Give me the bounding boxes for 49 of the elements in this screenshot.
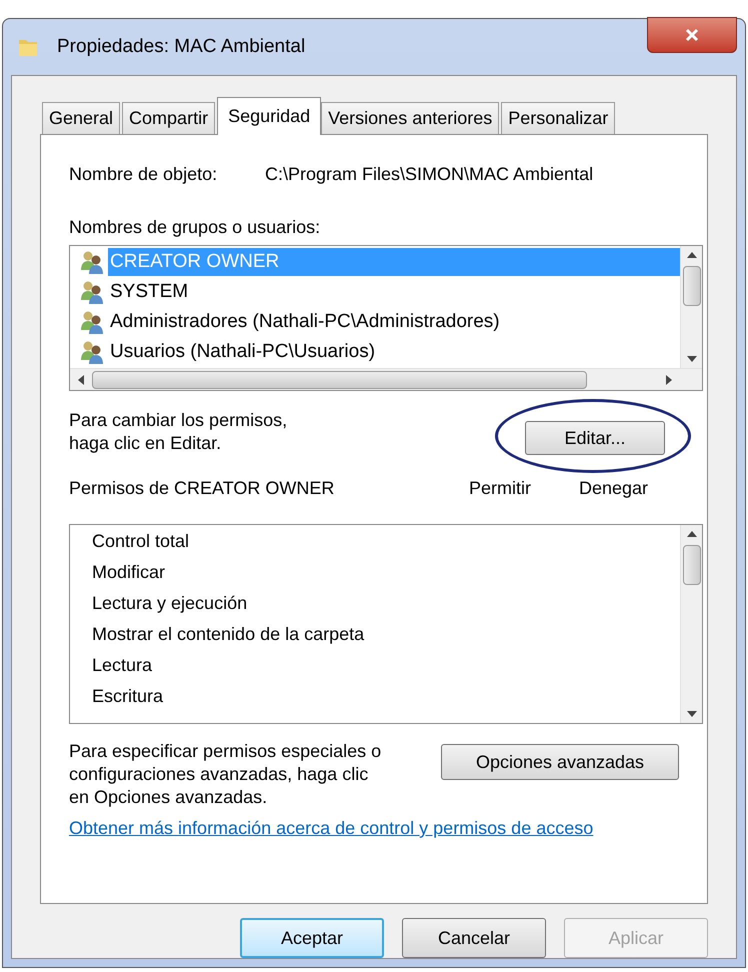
close-button[interactable]: [647, 17, 737, 53]
scroll-thumb[interactable]: [682, 545, 700, 585]
tab[interactable]: General: [42, 102, 120, 134]
vertical-scrollbar[interactable]: [680, 525, 702, 723]
scroll-down-icon[interactable]: [686, 711, 696, 717]
group-item[interactable]: SYSTEM: [108, 278, 680, 306]
scroll-thumb[interactable]: [92, 370, 587, 388]
dialog-button[interactable]: Cancelar: [402, 918, 546, 958]
vertical-scrollbar[interactable]: [680, 246, 702, 368]
tab[interactable]: Compartir: [122, 102, 216, 134]
groups-label: Nombres de grupos o usuarios:: [69, 216, 322, 239]
permission-item: Modificar: [92, 561, 166, 584]
help-link[interactable]: Obtener más información acerca de control y permisos de acceso: [69, 815, 679, 842]
tab[interactable]: Seguridad: [217, 97, 322, 135]
advanced-hint-text: Para especificar permisos especiales o: [69, 740, 382, 763]
permission-item: Lectura y ejecución: [92, 592, 248, 615]
tab[interactable]: Personalizar: [501, 102, 616, 134]
permission-item: Escritura: [92, 685, 164, 708]
tab[interactable]: Versiones anteriores: [321, 102, 500, 134]
scroll-down-icon[interactable]: [686, 356, 696, 362]
scroll-right-icon[interactable]: [666, 374, 672, 384]
edit-hint-text: haga clic en Editar.: [69, 432, 222, 455]
column-header: Permitir: [469, 477, 532, 500]
advanced-hint-text: configuraciones avanzadas, haga clic: [69, 763, 370, 786]
group-item[interactable]: Administradores (Nathali-PC\Administradores): [108, 308, 680, 336]
object-name-label: Nombre de objeto:: [69, 163, 218, 186]
dialog-button[interactable]: Aceptar: [240, 918, 384, 958]
permissions-title: Permisos de CREATOR OWNER: [69, 477, 336, 500]
edit-hint-text: Para cambiar los permisos,: [69, 409, 288, 432]
scroll-thumb[interactable]: [682, 266, 700, 306]
permission-item: Control total: [92, 530, 190, 553]
advanced-options-button[interactable]: Opciones avanzadas: [441, 744, 679, 780]
scroll-left-icon[interactable]: [78, 374, 84, 384]
users-icon: [80, 310, 106, 334]
permission-item: Lectura: [92, 654, 154, 677]
horizontal-scrollbar[interactable]: [70, 368, 702, 390]
advanced-hint-text: en Opciones avanzadas.: [69, 786, 268, 809]
group-item[interactable]: Usuarios (Nathali-PC\Usuarios): [108, 338, 680, 366]
edit-button[interactable]: Editar...: [525, 421, 665, 455]
column-header: Denegar: [579, 477, 648, 500]
permission-item: Mostrar el contenido de la carpeta: [92, 623, 366, 646]
object-path: C:\Program Files\SIMON\MAC Ambiental: [265, 163, 594, 186]
scroll-up-icon[interactable]: [686, 252, 696, 258]
users-icon: [80, 280, 106, 304]
close-icon: [685, 28, 699, 42]
users-icon: [80, 340, 106, 364]
users-icon: [80, 250, 106, 274]
scroll-up-icon[interactable]: [686, 531, 696, 537]
window-title: Propiedades: MAC Ambiental: [57, 34, 306, 59]
